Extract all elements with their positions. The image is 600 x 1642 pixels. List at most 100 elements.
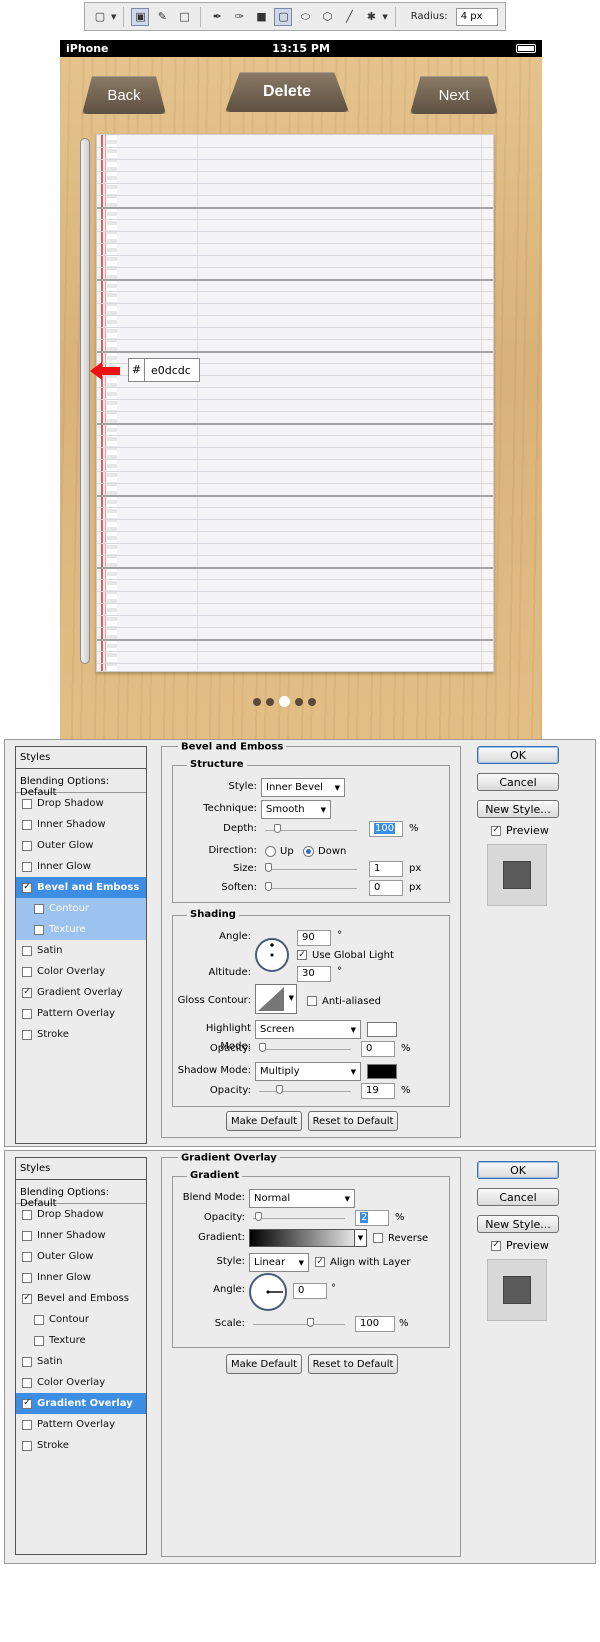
highlight-color-swatch[interactable]	[367, 1022, 397, 1037]
style-item-outer-glow[interactable]: Outer Glow	[16, 835, 146, 856]
next-button[interactable]: Next	[410, 76, 498, 114]
cancel-button[interactable]: Cancel	[477, 1188, 559, 1206]
style-item-color-overlay[interactable]: Color Overlay	[16, 961, 146, 982]
align-layer-option[interactable]: ✓ Align with Layer	[315, 1253, 411, 1271]
style-checkbox[interactable]	[22, 861, 32, 872]
style-checkbox[interactable]: ✓	[22, 1398, 32, 1409]
gradient-style-select[interactable]: Linear ▼	[249, 1253, 309, 1272]
gradient-picker[interactable]: ▼	[249, 1229, 367, 1247]
angle-input[interactable]: 0	[293, 1283, 327, 1299]
shadow-mode-select[interactable]: Multiply ▼	[255, 1062, 361, 1081]
style-checkbox[interactable]	[22, 1029, 32, 1040]
shape-layers-icon[interactable]: ▣	[131, 7, 150, 26]
styles-header[interactable]: Styles	[16, 1158, 146, 1180]
page-dot[interactable]	[253, 697, 261, 706]
style-checkbox[interactable]	[34, 1314, 44, 1325]
align-layer-checkbox[interactable]: ✓	[315, 1257, 325, 1267]
chevron-down-icon[interactable]: ▼	[354, 1230, 366, 1246]
preview-checkbox[interactable]: ✓	[491, 825, 501, 836]
soften-input[interactable]: 0	[369, 880, 403, 896]
new-style-button[interactable]: New Style...	[477, 800, 559, 818]
tool-preset-caret-icon[interactable]: ▼	[111, 13, 116, 21]
slider-thumb[interactable]	[254, 1212, 262, 1221]
shadow-opacity-slider[interactable]	[259, 1085, 351, 1094]
slider-thumb[interactable]	[265, 863, 272, 872]
style-checkbox[interactable]	[22, 1440, 32, 1451]
blending-options-item[interactable]: Blending Options: Default	[16, 1182, 146, 1209]
global-light-option[interactable]: ✓ Use Global Light	[297, 946, 394, 964]
radius-input[interactable]: 4 px	[455, 7, 498, 26]
highlight-mode-select[interactable]: Screen ▼	[255, 1020, 361, 1039]
blending-options-item[interactable]: Blending Options: Default	[16, 771, 146, 798]
preview-option[interactable]: ✓ Preview	[491, 1239, 549, 1252]
slider-thumb[interactable]	[259, 1043, 266, 1052]
style-checkbox[interactable]: ✓	[22, 1293, 32, 1304]
style-checkbox[interactable]	[22, 945, 32, 956]
radio-up[interactable]	[265, 845, 276, 857]
page-dot[interactable]	[266, 697, 274, 706]
style-item-satin[interactable]: Satin	[16, 1351, 146, 1372]
rectangle-tool-icon[interactable]: ■	[252, 8, 270, 26]
style-checkbox[interactable]	[22, 1230, 32, 1241]
slider-thumb[interactable]	[276, 1085, 283, 1094]
style-checkbox[interactable]	[34, 1335, 44, 1346]
style-item-color-overlay[interactable]: Color Overlay	[16, 1372, 146, 1393]
preview-option[interactable]: ✓ Preview	[491, 824, 549, 837]
ok-button[interactable]: OK	[477, 1161, 559, 1179]
size-slider[interactable]	[265, 863, 357, 872]
style-item-bevel-and-emboss[interactable]: ✓ Bevel and Emboss	[16, 1288, 146, 1309]
rounded-rect-tool-icon[interactable]: ▢	[91, 8, 109, 26]
reverse-option[interactable]: Reverse	[373, 1229, 428, 1247]
angle-input[interactable]: 90	[297, 930, 331, 946]
delete-button[interactable]: Delete	[225, 72, 349, 112]
style-item-contour[interactable]: Contour	[16, 898, 146, 919]
style-item-outer-glow[interactable]: Outer Glow	[16, 1246, 146, 1267]
style-item-stroke[interactable]: Stroke	[16, 1024, 146, 1045]
styles-header[interactable]: Styles	[16, 747, 146, 769]
page-dot[interactable]	[308, 697, 316, 706]
style-checkbox[interactable]	[34, 903, 44, 914]
anti-aliased-checkbox[interactable]	[307, 996, 317, 1006]
polygon-tool-icon[interactable]: ⬡	[318, 8, 336, 26]
reset-default-button[interactable]: Reset to Default	[308, 1354, 398, 1374]
style-checkbox[interactable]	[22, 966, 32, 977]
custom-shape-icon[interactable]: ✱	[362, 8, 380, 26]
make-default-button[interactable]: Make Default	[226, 1354, 302, 1374]
slider-thumb[interactable]	[273, 824, 281, 833]
style-item-texture[interactable]: Texture	[16, 919, 146, 940]
style-item-satin[interactable]: Satin	[16, 940, 146, 961]
rounded-rectangle-tool-icon[interactable]: ▢	[274, 7, 293, 26]
altitude-input[interactable]: 30	[297, 966, 331, 982]
style-item-inner-shadow[interactable]: Inner Shadow	[16, 1225, 146, 1246]
reset-default-button[interactable]: Reset to Default	[308, 1111, 398, 1131]
reverse-checkbox[interactable]	[373, 1233, 383, 1243]
direction-down-option[interactable]: Down	[303, 842, 346, 860]
global-light-checkbox[interactable]: ✓	[297, 950, 307, 960]
custom-shape-caret-icon[interactable]: ▼	[382, 13, 387, 21]
style-item-pattern-overlay[interactable]: Pattern Overlay	[16, 1414, 146, 1435]
style-item-pattern-overlay[interactable]: Pattern Overlay	[16, 1003, 146, 1024]
slider-thumb[interactable]	[265, 882, 272, 891]
style-item-inner-glow[interactable]: Inner Glow	[16, 856, 146, 877]
style-item-gradient-overlay[interactable]: ✓ Gradient Overlay	[16, 982, 146, 1003]
direction-up-option[interactable]: Up	[265, 842, 294, 860]
highlight-opacity-slider[interactable]	[259, 1043, 351, 1052]
preview-checkbox[interactable]: ✓	[491, 1240, 501, 1251]
opacity-input[interactable]: 2	[355, 1210, 389, 1226]
ok-button[interactable]: OK	[477, 746, 559, 764]
style-item-bevel-and-emboss[interactable]: ✓ Bevel and Emboss	[16, 877, 146, 898]
depth-slider[interactable]	[265, 824, 357, 833]
style-checkbox[interactable]	[22, 1251, 32, 1262]
style-checkbox[interactable]	[22, 1419, 32, 1430]
style-checkbox[interactable]: ✓	[22, 882, 32, 893]
back-button[interactable]: Back	[82, 76, 166, 114]
new-style-button[interactable]: New Style...	[477, 1215, 559, 1233]
paths-icon[interactable]: ✎	[153, 8, 171, 26]
page-dot[interactable]	[295, 697, 303, 706]
style-checkbox[interactable]	[22, 840, 32, 851]
shadow-opacity-input[interactable]: 19	[361, 1083, 395, 1099]
style-checkbox[interactable]	[22, 1008, 32, 1019]
technique-select[interactable]: Smooth ▼	[261, 800, 331, 819]
cancel-button[interactable]: Cancel	[477, 773, 559, 791]
blend-mode-select[interactable]: Normal ▼	[249, 1189, 355, 1208]
